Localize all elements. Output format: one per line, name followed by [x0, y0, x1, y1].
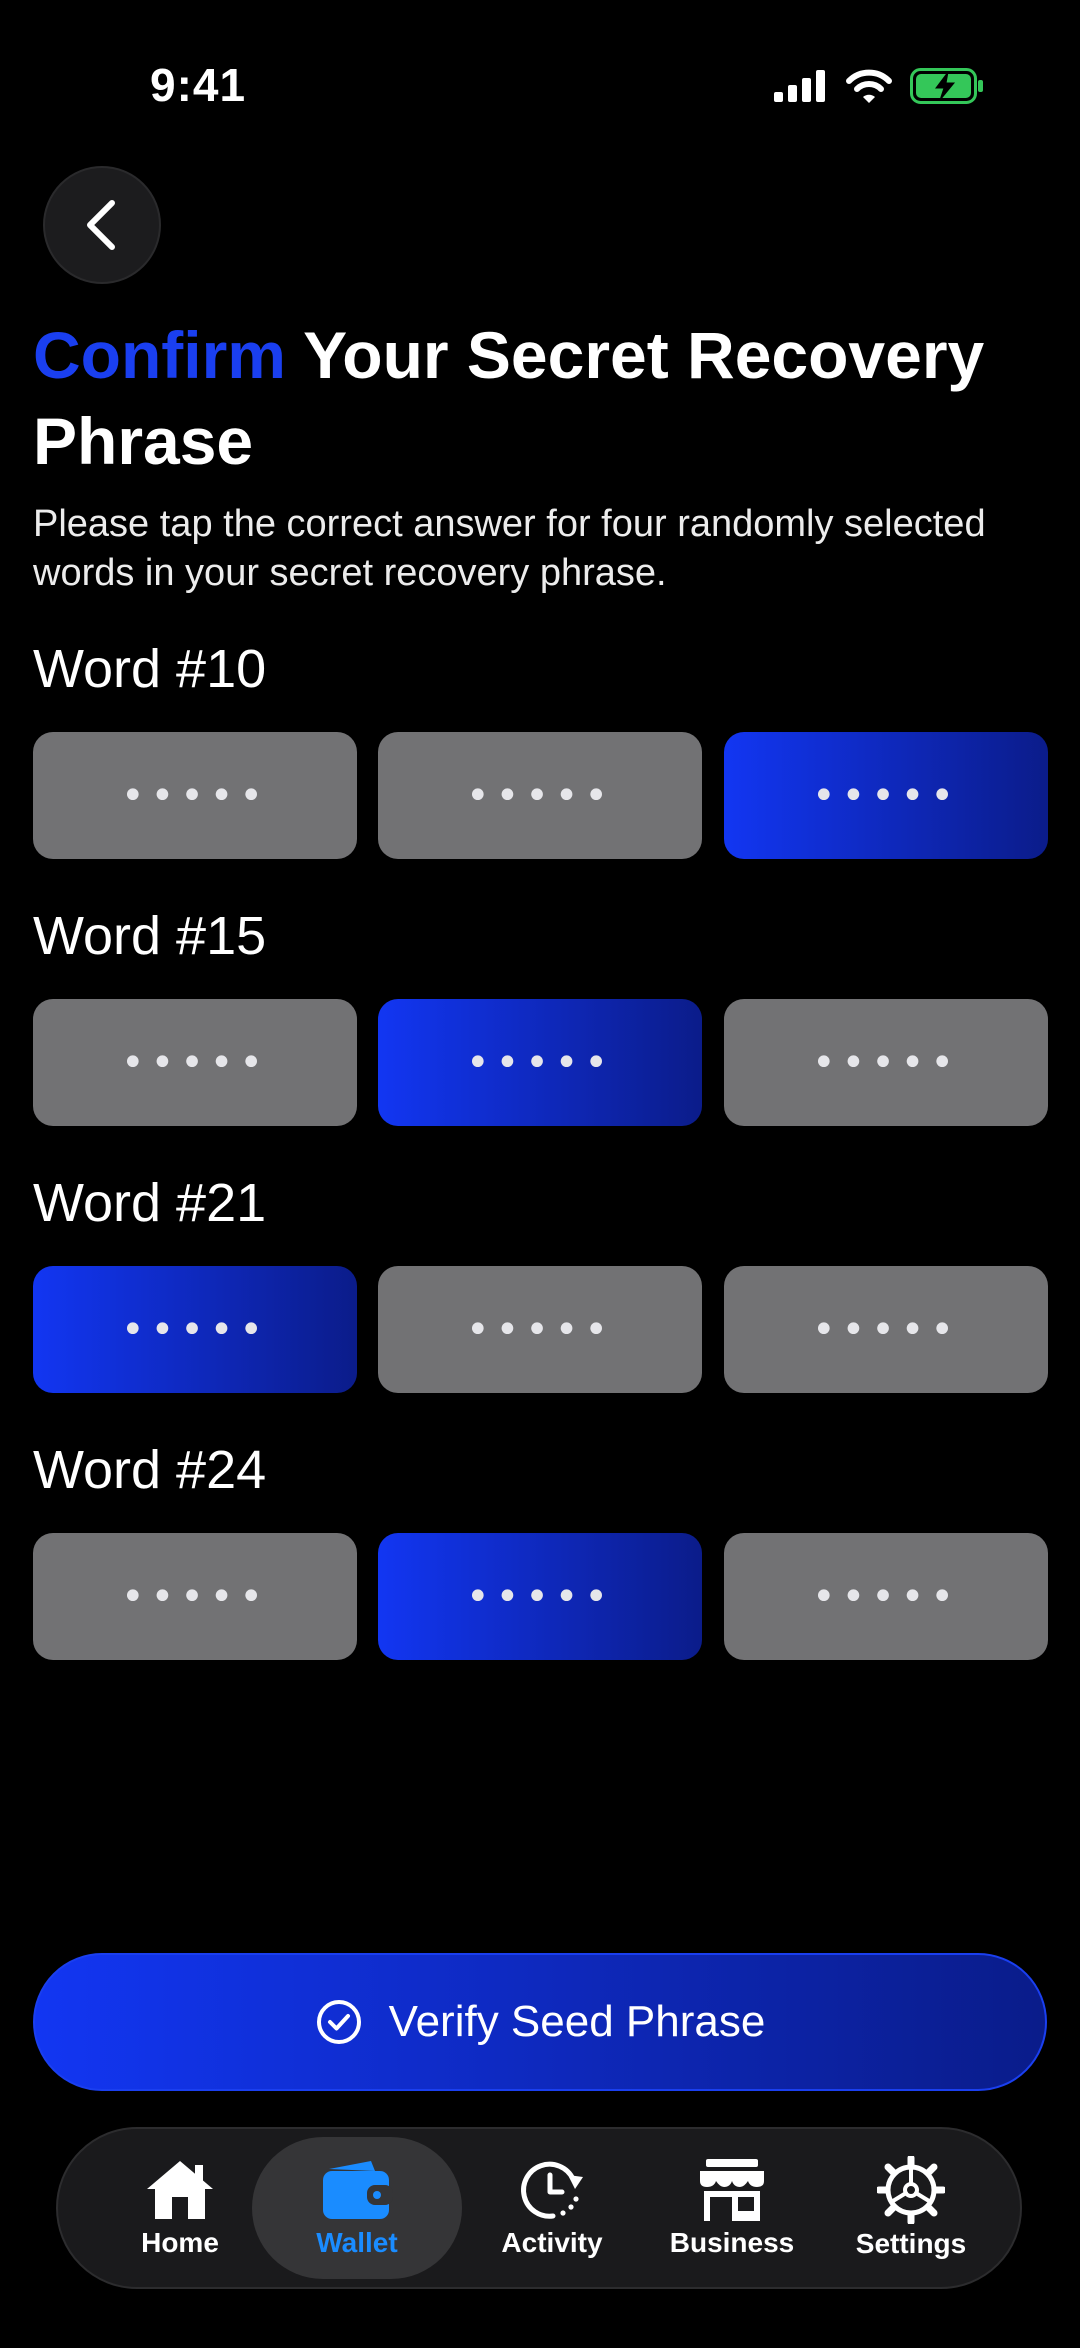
word-option[interactable]: •••••	[724, 1266, 1048, 1393]
wallet-icon	[323, 2161, 393, 2219]
word-label: Word #10	[33, 639, 267, 699]
page-title: Confirm Your Secret Recovery Phrase	[33, 312, 1033, 484]
masked-word: •••••	[121, 1306, 269, 1353]
gear-icon	[877, 2156, 945, 2224]
status-time: 9:41	[150, 59, 247, 111]
tab-wallet[interactable]: Wallet	[252, 2137, 462, 2279]
clock-icon	[521, 2161, 583, 2219]
page-subtitle: Please tap the correct answer for four r…	[33, 503, 986, 594]
back-button[interactable]	[43, 166, 161, 284]
word-label: Word #24	[33, 1440, 267, 1500]
verify-button-label: Verify Seed Phrase	[388, 1997, 766, 2046]
masked-word: •••••	[121, 1573, 269, 1620]
verify-seed-phrase-button[interactable]: Verify Seed Phrase	[33, 1953, 1047, 2091]
status-icons	[774, 66, 984, 106]
masked-word: •••••	[466, 1573, 614, 1620]
wifi-icon	[846, 69, 892, 103]
signal-icon	[774, 70, 825, 102]
masked-word: •••••	[812, 772, 960, 819]
masked-word: •••••	[812, 1039, 960, 1086]
tab-label: Home	[141, 2227, 219, 2258]
tab-settings[interactable]: Settings	[836, 2137, 986, 2279]
tab-label: Activity	[501, 2227, 603, 2258]
word-option-selected[interactable]: •••••	[378, 999, 702, 1126]
word-label: Word #21	[33, 1173, 267, 1233]
tab-label: Business	[669, 2227, 795, 2258]
word-option[interactable]: •••••	[33, 732, 357, 859]
tab-activity[interactable]: Activity	[478, 2137, 626, 2279]
word-option[interactable]: •••••	[378, 732, 702, 859]
word-option-selected[interactable]: •••••	[33, 1266, 357, 1393]
word-option[interactable]: •••••	[378, 1266, 702, 1393]
word-option[interactable]: •••••	[724, 999, 1048, 1126]
word-option[interactable]: •••••	[724, 1533, 1048, 1660]
home-icon	[147, 2161, 213, 2219]
tab-business[interactable]: Business	[652, 2137, 812, 2279]
masked-word: •••••	[121, 1039, 269, 1086]
tab-home[interactable]: Home	[116, 2137, 244, 2279]
title-accent: Confirm	[33, 318, 286, 392]
word-option-selected[interactable]: •••••	[378, 1533, 702, 1660]
store-icon	[700, 2159, 764, 2221]
tab-label: Settings	[855, 2228, 967, 2259]
word-option-selected[interactable]: •••••	[724, 732, 1048, 859]
masked-word: •••••	[812, 1306, 960, 1353]
tab-bar: Home Wallet Activity Business Settings	[56, 2127, 1022, 2289]
masked-word: •••••	[466, 1306, 614, 1353]
masked-word: •••••	[466, 1039, 614, 1086]
tab-label: Wallet	[316, 2227, 398, 2258]
battery-icon	[910, 68, 983, 104]
masked-word: •••••	[812, 1573, 960, 1620]
word-option[interactable]: •••••	[33, 999, 357, 1126]
word-label: Word #15	[33, 906, 267, 966]
masked-word: •••••	[466, 772, 614, 819]
chevron-left-icon	[87, 200, 115, 250]
check-circle-icon	[316, 2000, 361, 2044]
masked-word: •••••	[121, 772, 269, 819]
word-option[interactable]: •••••	[33, 1533, 357, 1660]
